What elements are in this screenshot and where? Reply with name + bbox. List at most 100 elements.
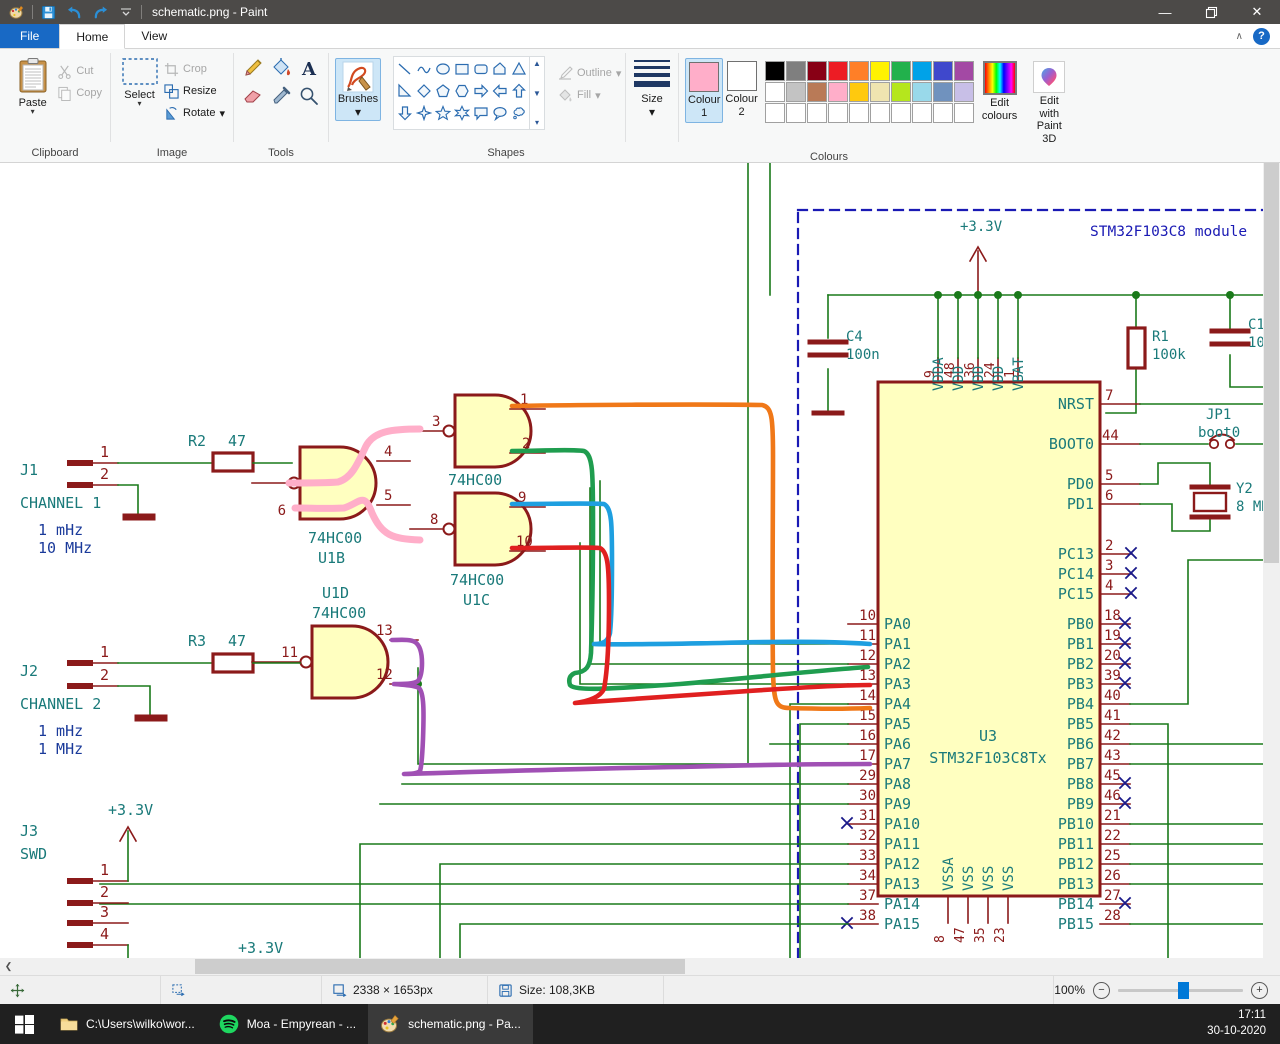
palette-swatch[interactable] <box>911 82 932 102</box>
help-icon[interactable]: ? <box>1253 27 1270 45</box>
rotate-dropdown-icon[interactable]: ▾ <box>219 107 225 120</box>
right-arrow-shape[interactable] <box>471 80 490 102</box>
oval-callout-shape[interactable] <box>490 102 509 124</box>
palette-swatch[interactable] <box>764 82 785 102</box>
right-triangle-shape[interactable] <box>395 80 414 102</box>
five-point-star-shape[interactable] <box>433 102 452 124</box>
tab-home[interactable]: Home <box>59 24 126 49</box>
oval-shape[interactable] <box>433 58 452 80</box>
collapse-ribbon-icon[interactable]: ∧ <box>1236 31 1243 42</box>
pencil-icon[interactable] <box>239 54 267 82</box>
cloud-callout-shape[interactable] <box>509 102 528 124</box>
paste-dropdown-icon[interactable]: ▾ <box>31 108 35 116</box>
tools-grid[interactable]: A <box>239 54 323 110</box>
curve-shape[interactable] <box>414 58 433 80</box>
zoom-controls[interactable]: 100% − + <box>1053 976 1280 1004</box>
palette-swatch[interactable] <box>848 61 869 81</box>
customize-qat-icon[interactable] <box>113 1 139 23</box>
palette-swatch[interactable] <box>806 61 827 81</box>
polygon-shape[interactable] <box>490 58 509 80</box>
rounded-callout-shape[interactable] <box>471 102 490 124</box>
zoom-slider-thumb[interactable] <box>1178 981 1189 999</box>
zoom-slider[interactable] <box>1118 981 1243 999</box>
undo-icon[interactable] <box>61 1 87 23</box>
size-button[interactable]: Size ▾ <box>632 54 672 119</box>
paste-button[interactable]: Paste ▾ <box>10 54 55 116</box>
palette-swatch-empty[interactable] <box>890 103 911 123</box>
up-arrow-shape[interactable] <box>509 80 528 102</box>
fill-icon[interactable] <box>267 54 295 82</box>
close-button[interactable]: ✕ <box>1234 0 1280 24</box>
rotate-button[interactable]: Rotate ▾ <box>162 102 227 124</box>
fill-dropdown-icon[interactable]: ▾ <box>595 89 601 102</box>
outline-button[interactable]: Outline ▾ <box>555 62 623 84</box>
pentagon-shape[interactable] <box>433 80 452 102</box>
rounded-rectangle-shape[interactable] <box>471 58 490 80</box>
copy-button[interactable]: Copy <box>55 82 104 104</box>
palette-swatch[interactable] <box>932 82 953 102</box>
crop-button[interactable]: Crop <box>162 58 227 80</box>
palette-swatch[interactable] <box>785 61 806 81</box>
zoom-out-button[interactable]: − <box>1093 981 1110 999</box>
resize-button[interactable]: Resize <box>162 80 227 102</box>
ribbon-tabs[interactable]: File Home View ∧ ? <box>0 24 1280 49</box>
palette-swatch-empty[interactable] <box>848 103 869 123</box>
palette-swatch[interactable] <box>890 82 911 102</box>
fill-button[interactable]: Fill ▾ <box>555 84 623 106</box>
image-canvas[interactable]: STM32F103C8 module +3.3V C4 100n R1 100k… <box>0 163 1280 975</box>
palette-swatch-empty[interactable] <box>932 103 953 123</box>
paint-app-icon[interactable] <box>4 1 30 23</box>
palette-swatch[interactable] <box>911 61 932 81</box>
shapes-expand-icon[interactable]: ▾ <box>535 118 539 127</box>
colour1-button[interactable]: Colour 1 <box>685 58 724 124</box>
brushes-dropdown-icon[interactable]: ▾ <box>355 105 361 119</box>
hexagon-shape[interactable] <box>452 80 471 102</box>
palette-swatch[interactable] <box>953 61 974 81</box>
window-controls[interactable]: — ✕ <box>1142 0 1280 24</box>
scroll-left-icon[interactable]: ❮ <box>0 958 17 975</box>
tab-view[interactable]: View <box>125 24 183 48</box>
maximize-button[interactable] <box>1188 0 1234 24</box>
shapes-scroll-up-icon[interactable]: ▲ <box>533 59 541 68</box>
palette-swatch-empty[interactable] <box>827 103 848 123</box>
palette-swatch[interactable] <box>890 61 911 81</box>
colour2-button[interactable]: Colour 2 <box>723 58 759 121</box>
shapes-scroll-down-icon[interactable]: ▼ <box>533 89 541 98</box>
taskbar-item-explorer[interactable]: C:\Users\wilko\wor... <box>48 1004 207 1044</box>
taskbar-item-spotify[interactable]: Moa - Empyrean - ... <box>207 1004 368 1044</box>
palette-swatch[interactable] <box>869 61 890 81</box>
color-picker-icon[interactable] <box>267 82 295 110</box>
taskbar-item-paint[interactable]: schematic.png - Pa... <box>368 1004 533 1044</box>
redo-icon[interactable] <box>87 1 113 23</box>
palette-swatch[interactable] <box>764 61 785 81</box>
diamond-shape[interactable] <box>414 80 433 102</box>
outline-dropdown-icon[interactable]: ▾ <box>616 67 622 80</box>
palette-swatch[interactable] <box>827 61 848 81</box>
horizontal-scrollbar[interactable]: ❮ <box>0 958 1280 975</box>
vertical-scrollbar[interactable] <box>1263 163 1280 958</box>
palette-swatch[interactable] <box>806 82 827 102</box>
palette-swatch-empty[interactable] <box>764 103 785 123</box>
palette-swatch[interactable] <box>869 82 890 102</box>
triangle-shape[interactable] <box>509 58 528 80</box>
horizontal-scroll-thumb[interactable] <box>195 959 685 974</box>
eraser-icon[interactable] <box>239 82 267 110</box>
select-button[interactable]: Select ▾ <box>117 54 162 108</box>
size-dropdown-icon[interactable]: ▾ <box>649 105 655 119</box>
palette-swatch-empty[interactable] <box>785 103 806 123</box>
palette-swatch-empty[interactable] <box>911 103 932 123</box>
shapes-scroll[interactable]: ▲ ▼ ▾ <box>530 56 545 130</box>
quick-access-toolbar[interactable] <box>0 1 144 23</box>
select-dropdown-icon[interactable]: ▾ <box>138 100 142 108</box>
zoom-in-button[interactable]: + <box>1251 981 1268 999</box>
palette-swatch[interactable] <box>827 82 848 102</box>
cut-button[interactable]: Cut <box>55 60 104 82</box>
vertical-scroll-thumb[interactable] <box>1264 163 1279 563</box>
rectangle-shape[interactable] <box>452 58 471 80</box>
palette-swatch-empty[interactable] <box>869 103 890 123</box>
paint3d-button[interactable]: Edit with Paint 3D <box>1031 58 1067 149</box>
down-arrow-shape[interactable] <box>395 102 414 124</box>
tab-file[interactable]: File <box>0 24 60 48</box>
left-arrow-shape[interactable] <box>490 80 509 102</box>
minimize-button[interactable]: — <box>1142 0 1188 24</box>
